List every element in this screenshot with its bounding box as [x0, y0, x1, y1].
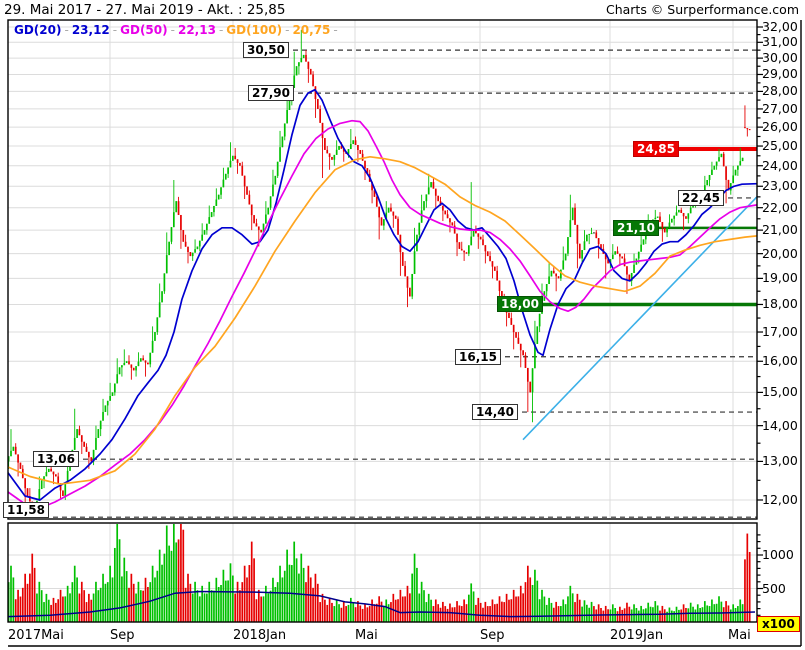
price-tick-label: 32,00 — [762, 19, 798, 34]
price-tick-label: 30,00 — [762, 50, 798, 66]
price-level-label-24_85: 24,85 — [633, 140, 679, 157]
time-tick-label: Sep — [110, 628, 135, 643]
time-tick-label: Mai — [728, 628, 751, 643]
stock-chart-page: 29. Mai 2017 - 27. Mai 2019 - Akt. : 25,… — [0, 0, 805, 650]
time-tick-label: 2017Mai — [8, 628, 64, 643]
price-level-label-27_90: 27,90 — [248, 85, 294, 102]
borders-layer — [7, 19, 802, 647]
legend-ma-value: 22,13 — [177, 23, 216, 37]
price-level-label-21_10: 21,10 — [613, 219, 659, 236]
price-tick-label: 14,00 — [762, 417, 798, 433]
price-tick-label: 20,00 — [762, 245, 798, 261]
price-level-label-30_50: 30,50 — [243, 42, 289, 59]
price-level-label-13_06: 13,06 — [33, 451, 79, 468]
price-tick-label: 25,00 — [762, 138, 798, 154]
price-level-label-22_45: 22,45 — [678, 189, 724, 206]
price-tick-label: 27,00 — [762, 100, 798, 116]
price-tick-label: 23,00 — [762, 178, 798, 194]
time-tick-label: 2018Jan — [233, 628, 287, 643]
price-tick-label: 29,00 — [762, 66, 798, 82]
ma-legend: GD(20) -23,12- GD(50) -22,13- GD(100) -20,75- — [14, 23, 338, 37]
price-tick-label: 24,00 — [762, 157, 798, 173]
price-tick-label: 31,00 — [762, 34, 798, 50]
price-tick-label: 18,00 — [762, 296, 798, 312]
price-tick-label: 12,00 — [762, 491, 798, 507]
time-tick-label: 2019Jan — [610, 628, 664, 643]
legend-ma-value: 23,12 — [71, 23, 110, 37]
volume-unit-badge: x100 — [757, 616, 800, 632]
legend-ma-label: GD(20) — [14, 23, 62, 37]
price-tick-label: 17,00 — [762, 324, 798, 340]
price-tick-label: 13,00 — [762, 453, 798, 469]
price-level-label-14_40: 14,40 — [472, 404, 518, 421]
time-tick-label: Mai — [355, 628, 378, 643]
price-level-label-18_00: 18,00 — [497, 296, 543, 313]
price-level-label-16_15: 16,15 — [455, 348, 501, 365]
grid-layer — [8, 20, 757, 622]
price-level-label-11_58: 11,58 — [3, 502, 49, 519]
volume-tick-label: 1000 — [762, 547, 794, 562]
level-lines-layer — [44, 49, 757, 518]
price-volume-chart — [7, 19, 802, 647]
price-tick-label: 16,00 — [762, 353, 798, 369]
candles-layer — [7, 30, 751, 518]
price-tick-label: 28,00 — [762, 83, 798, 99]
ma-line-GD100 — [7, 155, 758, 486]
price-tick-label: 15,00 — [762, 384, 798, 400]
legend-ma-label: GD(100) — [226, 23, 283, 37]
volume-tick-label: 500 — [762, 580, 786, 596]
price-tick-label: 22,00 — [762, 199, 798, 215]
price-tick-label: 21,00 — [762, 222, 798, 238]
price-tick-label: 19,00 — [762, 270, 798, 286]
time-tick-label: Sep — [480, 628, 505, 643]
price-tick-label: 26,00 — [762, 119, 798, 135]
legend-ma-label: GD(50) — [120, 23, 168, 37]
legend-ma-value: 20,75 — [292, 23, 331, 37]
